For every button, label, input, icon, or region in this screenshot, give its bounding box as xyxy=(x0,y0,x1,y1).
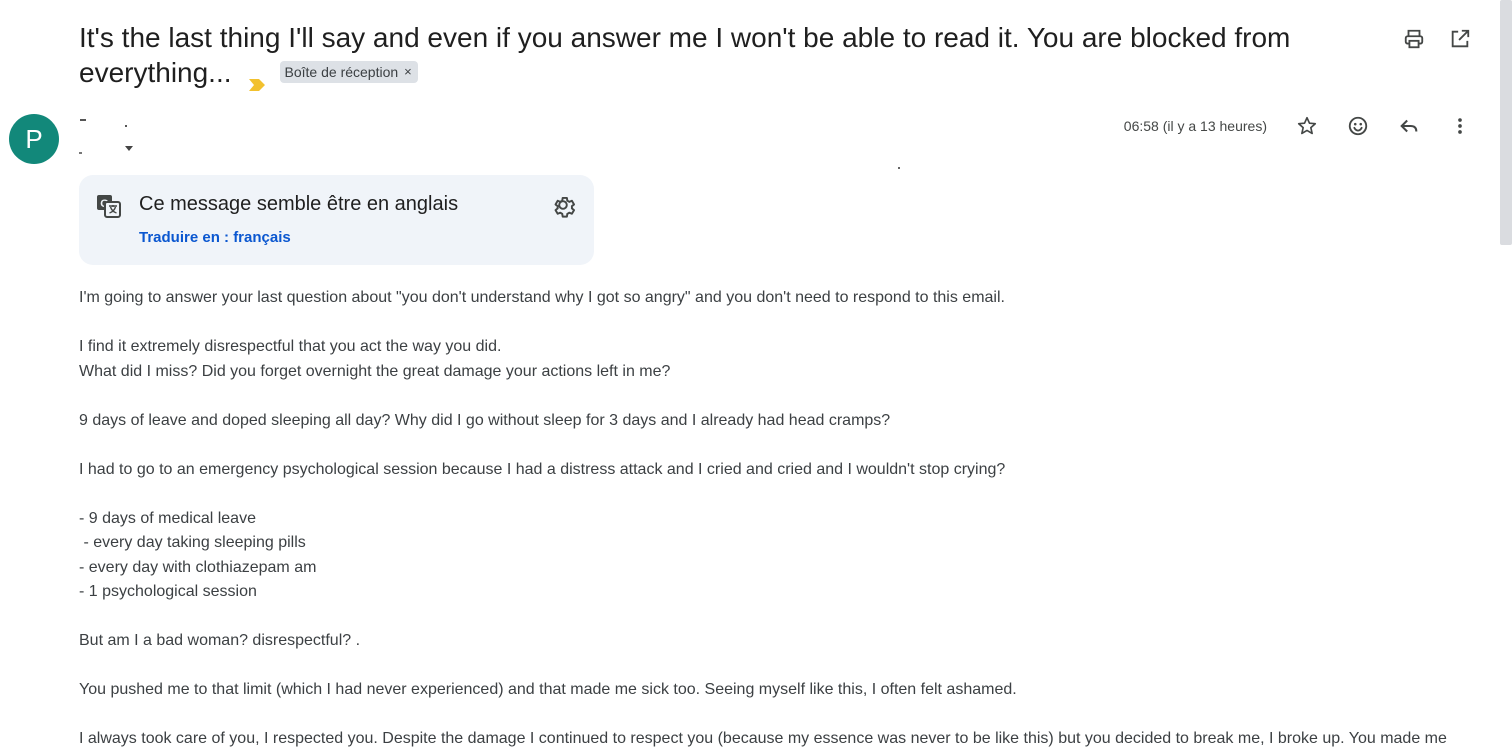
body-line: I find it extremely disrespectful that y… xyxy=(79,338,502,355)
emoji-reaction-icon[interactable] xyxy=(1346,114,1370,138)
message-timestamp: 06:58 (il y a 13 heures) xyxy=(1123,118,1267,134)
scrollbar-thumb[interactable] xyxy=(1500,0,1512,245)
translate-to-french-link[interactable]: Traduire en : français xyxy=(139,229,291,246)
body-line: What did I miss? Did you forget overnigh… xyxy=(79,362,671,380)
body-line: I always took care of you, I respected y… xyxy=(79,730,1447,747)
body-line: - 9 days of medical leave xyxy=(79,509,256,527)
scrollbar[interactable] xyxy=(1494,0,1512,751)
email-view: It's the last thing I'll say and even if… xyxy=(0,0,1512,751)
body-line: - every day with clothiazepam am xyxy=(79,558,317,576)
translate-banner-title: Ce message semble être en anglais xyxy=(139,193,459,215)
message-body: I'm going to answer your last question a… xyxy=(79,286,1479,751)
reply-icon[interactable] xyxy=(1397,114,1421,138)
body-line: You pushed me to that limit (which I had… xyxy=(79,681,1017,698)
translate-banner: G Ce message semble être en anglais Trad… xyxy=(79,175,594,265)
email-subject: It's the last thing I'll say and even if… xyxy=(79,20,1309,91)
print-icon[interactable] xyxy=(1402,27,1426,51)
body-line: 9 days of leave and doped sleeping all d… xyxy=(79,411,891,429)
show-details-chevron-down-icon[interactable] xyxy=(125,146,133,151)
message-meta: 06:58 (il y a 13 heures) xyxy=(1124,114,1472,138)
label-chip-text: Boîte de réception xyxy=(284,63,399,80)
body-line: But am I a bad woman? disrespectful? . xyxy=(79,632,361,649)
body-line: I had to go to an emergency psychologica… xyxy=(79,460,1006,478)
star-icon[interactable] xyxy=(1295,114,1319,138)
open-in-new-window-icon[interactable] xyxy=(1448,27,1472,51)
translate-icon: G xyxy=(96,193,122,219)
thread-actions xyxy=(1402,27,1472,51)
body-line: - every day taking sleeping pills xyxy=(79,534,306,551)
avatar[interactable]: P xyxy=(9,114,59,164)
sender-details xyxy=(79,116,159,161)
label-chip-inbox[interactable]: Boîte de réception × xyxy=(279,60,418,83)
body-line: I'm going to answer your last question a… xyxy=(79,289,1005,306)
gear-icon[interactable] xyxy=(550,192,576,218)
remove-label-button[interactable]: × xyxy=(404,63,412,81)
body-line: - 1 psychological session xyxy=(79,583,257,600)
more-vert-icon[interactable] xyxy=(1448,114,1472,138)
importance-marker-icon[interactable] xyxy=(248,65,266,91)
